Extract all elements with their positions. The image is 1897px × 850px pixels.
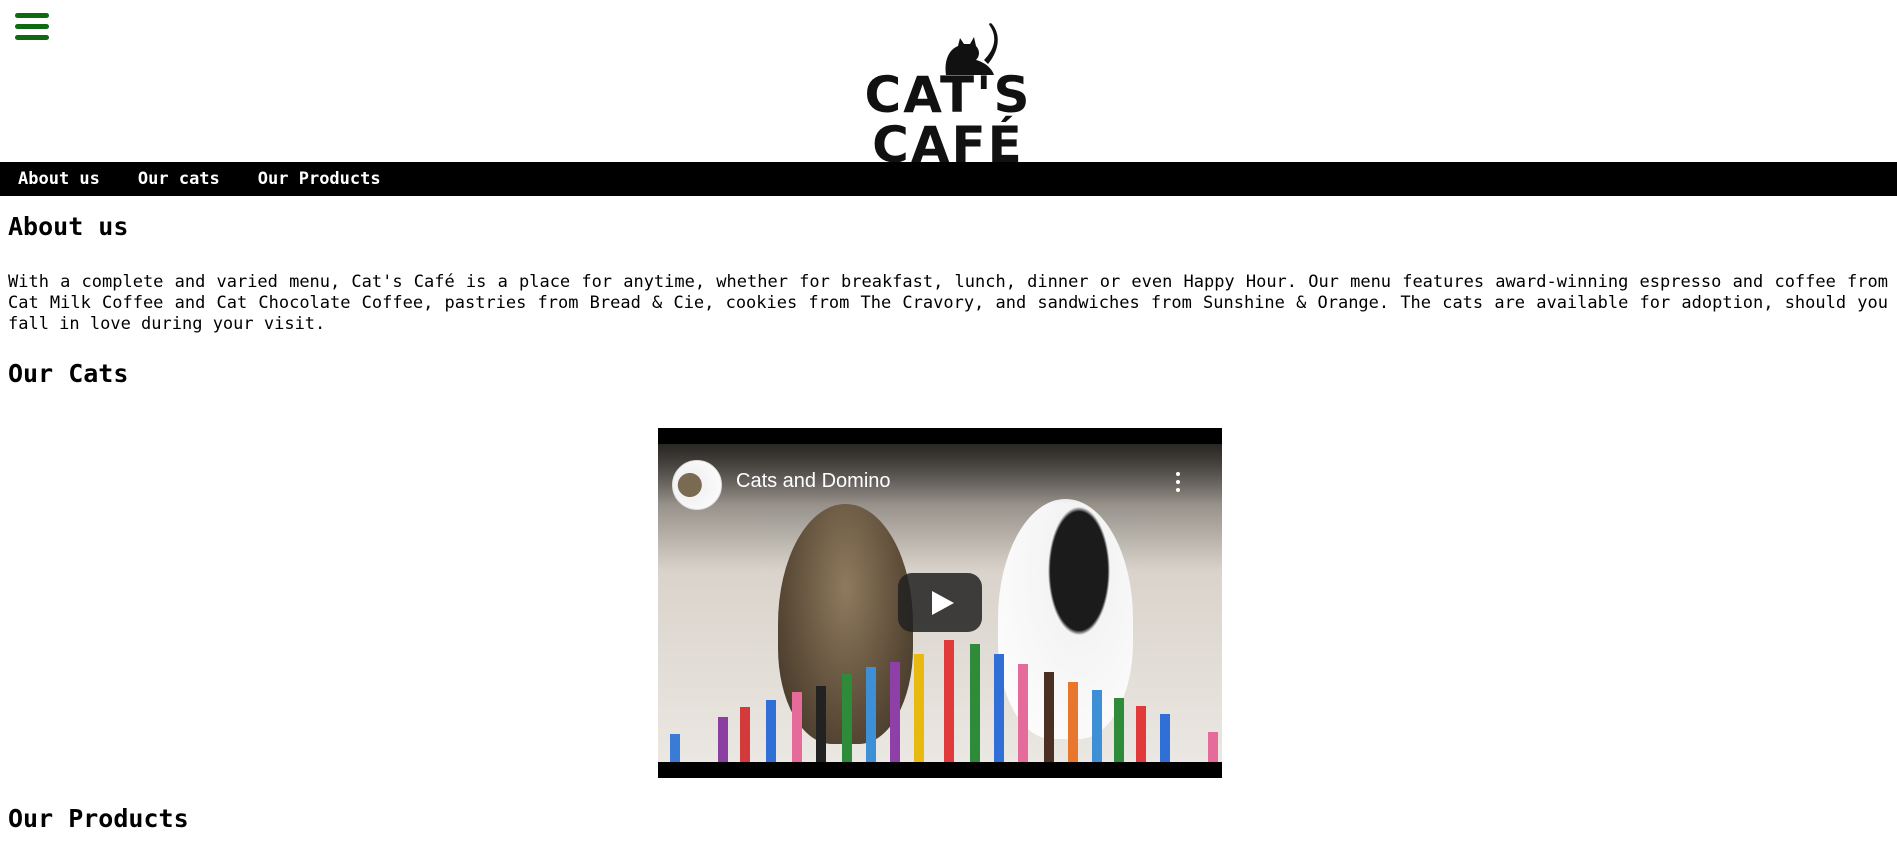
about-heading: About us [8, 212, 129, 241]
about-text: With a complete and varied menu, Cat's C… [8, 272, 1888, 334]
video-title-bar: Cats and Domino [658, 444, 1222, 510]
nav-item-our-products[interactable]: Our Products [240, 169, 401, 189]
domino-row [658, 632, 1222, 762]
main-content: About us With a complete and varied menu… [8, 196, 1888, 389]
channel-avatar[interactable] [672, 460, 722, 510]
site-header: CAT'S CAFÉ [0, 0, 1897, 170]
nav-item-about-us[interactable]: About us [0, 169, 120, 189]
hamburger-menu-icon[interactable] [15, 13, 49, 41]
more-vert-icon[interactable] [1176, 472, 1182, 494]
products-heading: Our Products [8, 804, 189, 833]
site-logo[interactable]: CAT'S CAFÉ [798, 20, 1098, 170]
logo-text: CAT'S CAFÉ [864, 66, 1032, 174]
video-title[interactable]: Cats and Domino [736, 470, 891, 493]
main-navbar: About us Our cats Our Products [0, 162, 1897, 196]
nav-item-our-cats[interactable]: Our cats [120, 169, 240, 189]
play-icon[interactable] [898, 573, 982, 632]
youtube-video-embed[interactable]: Cats and Domino [658, 428, 1222, 778]
cats-heading: Our Cats [8, 359, 129, 388]
